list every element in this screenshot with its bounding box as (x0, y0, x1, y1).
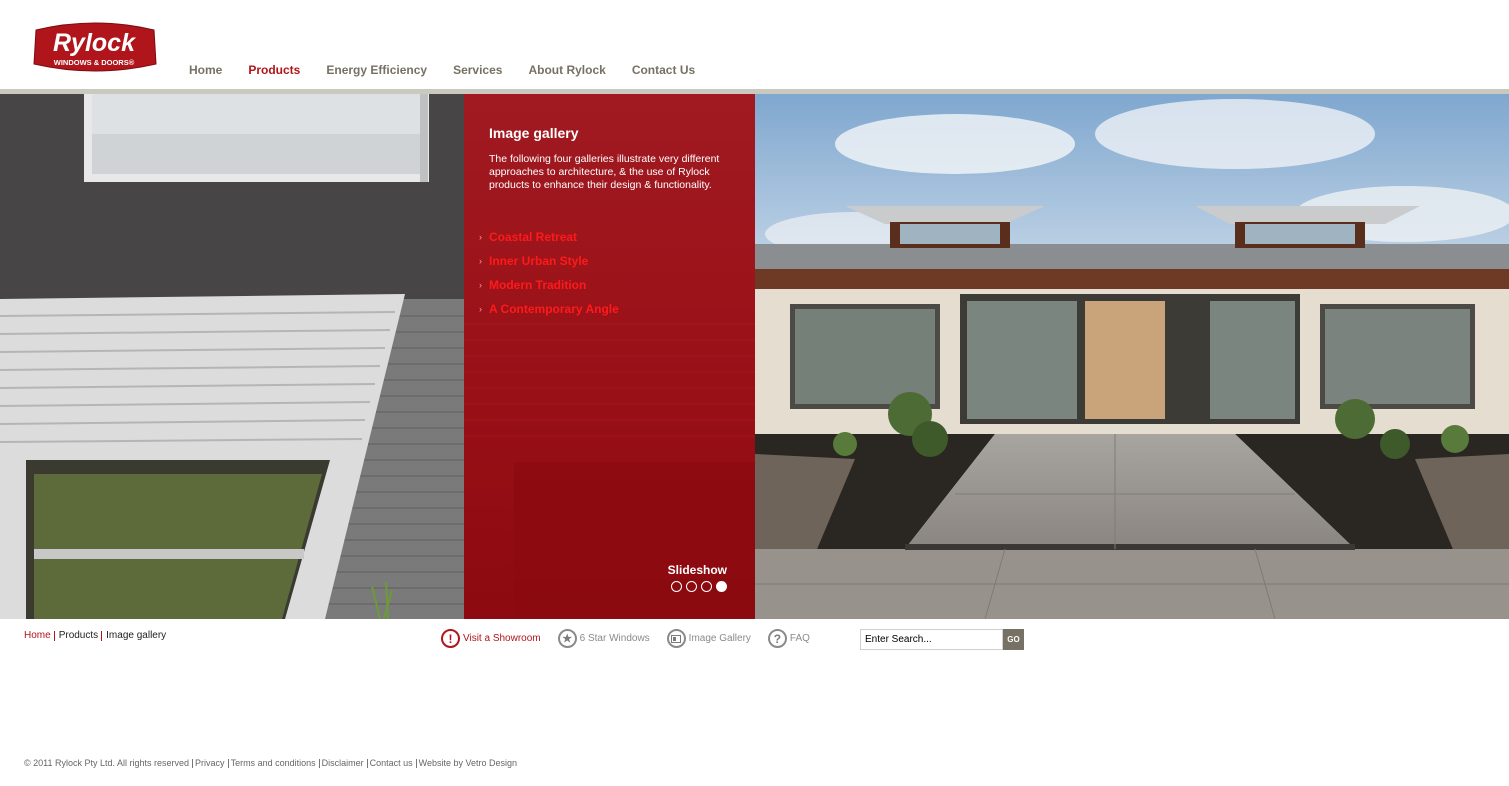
footer-link-terms[interactable]: Terms and conditions (231, 758, 316, 768)
gallery-link-inner-urban-style[interactable]: Inner Urban Style (489, 254, 588, 268)
chevron-right-icon: › (479, 256, 482, 266)
gallery-list: › Coastal Retreat › Inner Urban Style › Mod… (479, 225, 619, 321)
star-icon: ★ (557, 629, 577, 648)
slideshow-label: Slideshow (667, 563, 727, 577)
slide-dot-1[interactable] (671, 581, 682, 592)
gallery-link-modern-tradition[interactable]: Modern Tradition (489, 278, 586, 292)
gallery-link-contemporary-angle[interactable]: A Contemporary Angle (489, 302, 619, 316)
footer-link-contact[interactable]: Contact us (370, 758, 413, 768)
hero-banner: Image gallery The following four galleri… (0, 94, 1509, 619)
gallery-item: › Coastal Retreat (479, 225, 619, 249)
slide-dot-3[interactable] (701, 581, 712, 592)
logo-wordmark: Rylock (53, 29, 136, 57)
breadcrumb-current: Image gallery (106, 630, 167, 641)
footer-link-privacy[interactable]: Privacy (195, 758, 225, 768)
quicklink-label: FAQ (789, 633, 810, 644)
search-go-button[interactable]: GO (1003, 629, 1024, 650)
breadcrumb-divider (53, 630, 55, 641)
gallery-item: › Modern Tradition (479, 273, 619, 297)
house-illustration (755, 94, 1509, 619)
site-footer: © 2011 Rylock Pty Ltd. All rights reserv… (24, 758, 517, 768)
quicklink-label: Visit a Showroom (463, 633, 541, 644)
chevron-right-icon: › (479, 232, 482, 242)
nav-home[interactable]: Home (189, 63, 222, 77)
quicklink-visit-showroom[interactable]: ! Visit a Showroom (441, 629, 541, 648)
footer-divider (227, 758, 229, 768)
quicklink-image-gallery[interactable]: Image Gallery (666, 629, 751, 648)
question-icon: ? (767, 629, 787, 648)
panel-title: Image gallery (489, 125, 579, 141)
breadcrumb-products[interactable]: Products (59, 630, 98, 641)
slide-dot-4[interactable] (716, 581, 727, 592)
footer-divider (192, 758, 194, 768)
chevron-right-icon: › (479, 304, 482, 314)
quicklink-label: 6 Star Windows (579, 633, 650, 644)
gallery-item: › Inner Urban Style (479, 249, 619, 273)
logo-tagline: WINDOWS & DOORS® (54, 58, 135, 67)
footer-divider (318, 758, 320, 768)
gallery-icon (666, 629, 686, 648)
site-header: Rylock WINDOWS & DOORS® Home Products En… (0, 0, 1509, 90)
breadcrumb-divider (101, 630, 103, 641)
quicklink-label: Image Gallery (688, 633, 751, 644)
footer-link-disclaimer[interactable]: Disclaimer (322, 758, 364, 768)
footer-divider (366, 758, 368, 768)
footer-link-vetro-design[interactable]: Website by Vetro Design (419, 758, 517, 768)
chevron-right-icon: › (479, 280, 482, 290)
nav-services[interactable]: Services (453, 63, 502, 77)
slide-dot-2[interactable] (686, 581, 697, 592)
breadcrumb-home[interactable]: Home (24, 630, 51, 641)
nav-contact-us[interactable]: Contact Us (632, 63, 695, 77)
nav-about-rylock[interactable]: About Rylock (528, 63, 605, 77)
search-box: GO (860, 629, 1024, 650)
slideshow-dots (671, 581, 727, 592)
nav-energy-efficiency[interactable]: Energy Efficiency (326, 63, 427, 77)
rylock-logo[interactable]: Rylock WINDOWS & DOORS® (32, 20, 158, 75)
hero-left-photo (0, 94, 464, 619)
panel-intro: The following four galleries illustrate … (489, 153, 720, 191)
quicklink-faq[interactable]: ? FAQ (767, 629, 810, 648)
footer-copyright: © 2011 Rylock Pty Ltd. All rights reserv… (24, 758, 190, 768)
gallery-link-coastal-retreat[interactable]: Coastal Retreat (489, 230, 577, 244)
gallery-item: › A Contemporary Angle (479, 297, 619, 321)
quicklink-6-star-windows[interactable]: ★ 6 Star Windows (557, 629, 650, 648)
exclamation-icon: ! (441, 629, 460, 648)
nav-products[interactable]: Products (248, 63, 300, 77)
gallery-info-panel: Image gallery The following four galleri… (464, 94, 755, 619)
breadcrumb: Home Products Image gallery (24, 630, 166, 641)
footer-divider (415, 758, 417, 768)
quick-links: ! Visit a Showroom ★ 6 Star Windows Imag… (441, 629, 827, 648)
search-input[interactable] (860, 629, 1003, 650)
hero-house-photo (755, 94, 1509, 619)
main-nav: Home Products Energy Efficiency Services… (189, 63, 721, 77)
facade-illustration (0, 94, 464, 619)
